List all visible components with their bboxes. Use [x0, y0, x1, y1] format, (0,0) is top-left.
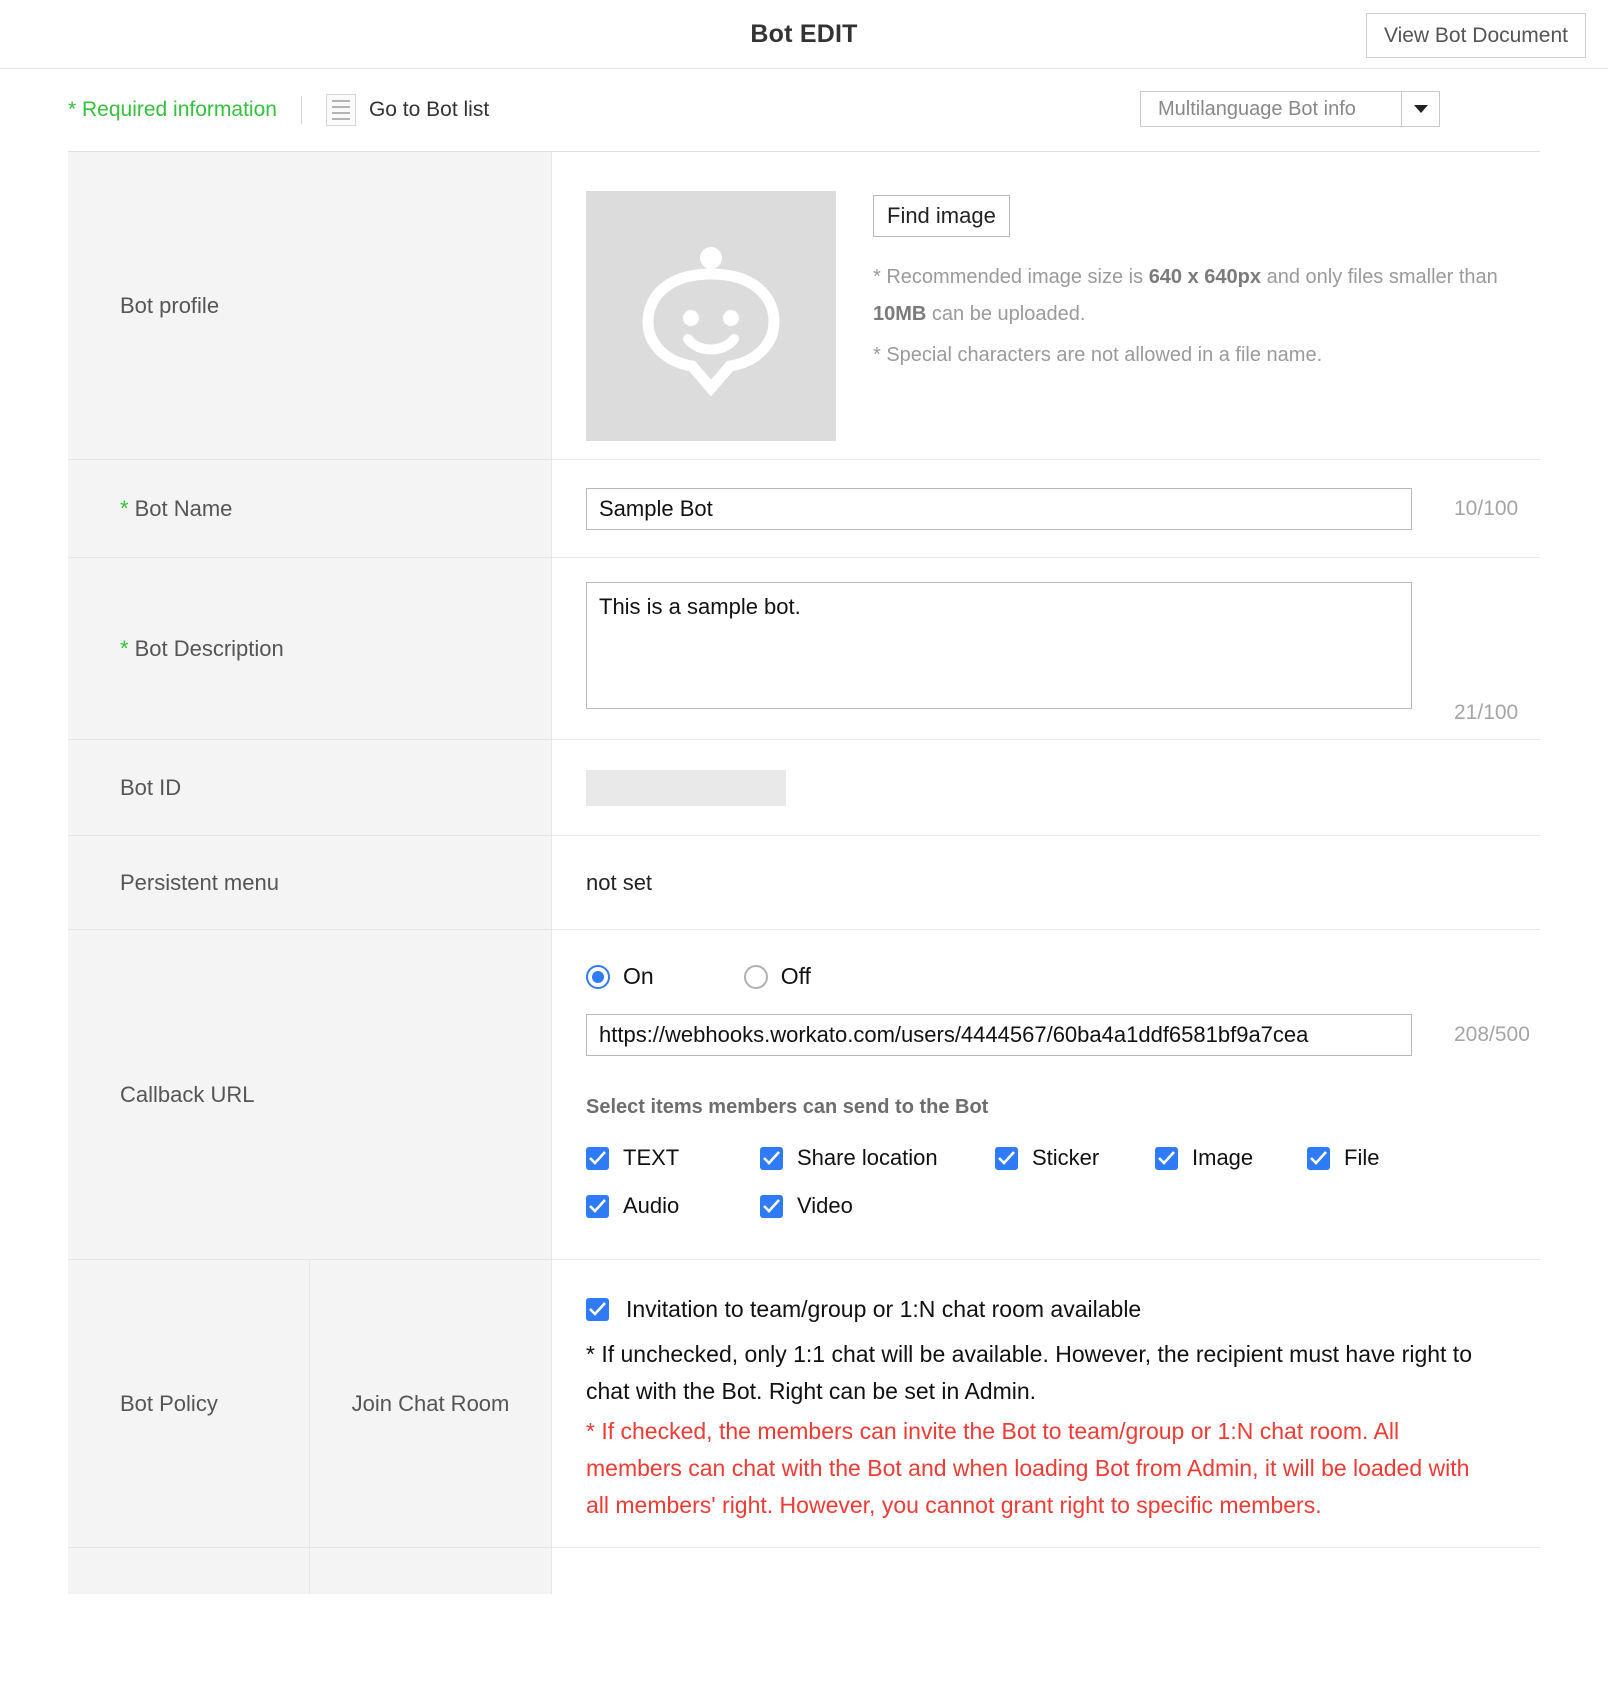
value-bot-policy: Invitation to team/group or 1:N chat roo… — [552, 1260, 1540, 1547]
value-callback-url: On Off 208/500 Select items members can … — [552, 930, 1540, 1259]
callback-items-group: TEXT Share location Sticker — [586, 1145, 1466, 1219]
row-bot-profile: Bot profile Find image — [68, 152, 1540, 460]
checkbox-video[interactable]: Video — [760, 1193, 995, 1219]
required-star: * — [120, 636, 129, 662]
multilanguage-bot-info-select[interactable]: Multilanguage Bot info — [1140, 91, 1440, 127]
toolbar-divider — [301, 96, 302, 124]
row-bot-description: * Bot Description 21/100 — [68, 558, 1540, 740]
bot-id-value — [586, 770, 786, 806]
bot-edit-form: Bot profile Find image — [68, 151, 1540, 1594]
hint-size: 640 x 640px — [1149, 266, 1261, 288]
label-callback-url: Callback URL — [68, 930, 552, 1259]
checkbox-file-label: File — [1344, 1145, 1379, 1171]
checkbox-share-location-label: Share location — [797, 1145, 938, 1171]
value-bot-profile: Find image * Recommended image size is 6… — [552, 152, 1540, 459]
chevron-down-icon[interactable] — [1401, 92, 1439, 126]
checkbox-sticker-label: Sticker — [1032, 1145, 1099, 1171]
checkbox-text[interactable]: TEXT — [586, 1145, 760, 1171]
checkbox-image-label: Image — [1192, 1145, 1253, 1171]
value-bot-description: 21/100 — [552, 558, 1540, 739]
bot-edit-page: Bot EDIT View Bot Document * Required in… — [0, 0, 1608, 1684]
go-to-bot-list-label: Go to Bot list — [369, 98, 489, 122]
row-bot-id: Bot ID — [68, 740, 1540, 836]
checkbox-share-location[interactable]: Share location — [760, 1145, 995, 1171]
row-bot-name: * Bot Name 10/100 — [68, 460, 1540, 558]
page-header: Bot EDIT View Bot Document — [0, 0, 1608, 69]
label-bot-policy: Bot Policy — [68, 1260, 310, 1547]
check-icon — [586, 1147, 609, 1170]
persistent-menu-value: not set — [586, 870, 652, 896]
row-persistent-menu: Persistent menu not set — [68, 836, 1540, 930]
bot-policy-warning: * If checked, the members can invite the… — [586, 1413, 1486, 1525]
select-items-title: Select items members can send to the Bot — [586, 1096, 988, 1119]
label-bot-profile: Bot profile — [68, 152, 552, 459]
image-hint-1: * Recommended image size is 640 x 640px … — [873, 259, 1533, 333]
label-next-inner — [310, 1548, 552, 1594]
callback-url-counter: 208/500 — [1454, 1023, 1530, 1047]
checkbox-invitation-label: Invitation to team/group or 1:N chat roo… — [626, 1296, 1141, 1323]
check-icon — [1155, 1147, 1178, 1170]
go-to-bot-list-link[interactable]: Go to Bot list — [326, 94, 489, 126]
value-bot-id — [552, 740, 1540, 835]
value-next — [552, 1548, 1540, 1594]
row-callback-url: Callback URL On Off 208/500 Select — [68, 930, 1540, 1260]
radio-callback-off[interactable]: Off — [744, 963, 811, 990]
callback-toggle-group: On Off — [586, 963, 811, 990]
list-icon — [326, 94, 356, 126]
check-icon — [760, 1147, 783, 1170]
checkbox-audio[interactable]: Audio — [586, 1193, 760, 1219]
label-bot-description-text: Bot Description — [135, 636, 284, 662]
checkbox-text-label: TEXT — [623, 1145, 679, 1171]
check-icon — [586, 1298, 609, 1321]
radio-callback-on[interactable]: On — [586, 963, 654, 990]
check-icon — [586, 1195, 609, 1218]
hint-prefix: * Recommended image size is — [873, 266, 1149, 288]
toolbar: * Required information Go to Bot list Mu… — [0, 69, 1608, 151]
radio-on-icon — [586, 965, 610, 989]
radio-on-label: On — [623, 963, 654, 990]
check-icon — [995, 1147, 1018, 1170]
radio-off-label: Off — [781, 963, 811, 990]
checkbox-video-label: Video — [797, 1193, 853, 1219]
label-bot-id: Bot ID — [68, 740, 552, 835]
find-image-button[interactable]: Find image — [873, 195, 1010, 237]
label-persistent-menu: Persistent menu — [68, 836, 552, 929]
row-bot-policy: Bot Policy Join Chat Room Invitation to … — [68, 1260, 1540, 1548]
page-title: Bot EDIT — [750, 20, 857, 49]
hint-max-size: 10MB — [873, 303, 926, 325]
callback-url-line: 208/500 — [586, 1014, 1530, 1056]
value-bot-name: 10/100 — [552, 460, 1540, 557]
hint-suffix: can be uploaded. — [926, 303, 1085, 325]
bot-name-counter: 10/100 — [1454, 497, 1518, 521]
checkbox-image[interactable]: Image — [1155, 1145, 1307, 1171]
checkbox-file[interactable]: File — [1307, 1145, 1379, 1171]
required-star: * — [120, 496, 129, 522]
label-bot-name: * Bot Name — [68, 460, 552, 557]
row-next-section — [68, 1548, 1540, 1594]
bot-face-icon — [636, 236, 786, 396]
label-bot-name-text: Bot Name — [135, 496, 233, 522]
checkbox-audio-label: Audio — [623, 1193, 679, 1219]
label-next-outer — [68, 1548, 310, 1594]
bot-policy-note: * If unchecked, only 1:1 chat will be av… — [586, 1336, 1486, 1411]
view-bot-document-button[interactable]: View Bot Document — [1366, 13, 1586, 58]
label-join-chat-room: Join Chat Room — [310, 1260, 552, 1547]
label-bot-description: * Bot Description — [68, 558, 552, 739]
checkbox-sticker[interactable]: Sticker — [995, 1145, 1155, 1171]
required-information-note: * Required information — [68, 98, 277, 122]
checkbox-invitation[interactable]: Invitation to team/group or 1:N chat roo… — [586, 1296, 1141, 1323]
hint-mid: and only files smaller than — [1261, 266, 1498, 288]
radio-off-icon — [744, 965, 768, 989]
callback-url-input[interactable] — [586, 1014, 1412, 1056]
check-icon — [760, 1195, 783, 1218]
value-persistent-menu: not set — [552, 836, 1540, 929]
bot-description-counter: 21/100 — [1454, 701, 1518, 725]
bot-description-textarea[interactable] — [586, 582, 1412, 709]
bot-name-input[interactable] — [586, 488, 1412, 530]
image-hint-2: * Special characters are not allowed in … — [873, 337, 1533, 374]
multilanguage-select-value: Multilanguage Bot info — [1141, 92, 1401, 126]
check-icon — [1307, 1147, 1330, 1170]
bot-avatar[interactable] — [586, 191, 836, 441]
